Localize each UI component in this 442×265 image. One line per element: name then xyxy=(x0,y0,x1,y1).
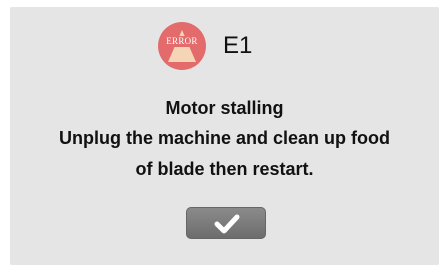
checkmark-icon xyxy=(214,214,240,234)
error-message-line-2: of blade then restart. xyxy=(135,159,314,179)
warning-triangle-icon xyxy=(164,30,200,62)
error-code: E1 xyxy=(223,32,253,59)
confirm-button[interactable] xyxy=(186,207,266,239)
error-header: ERROR E1 xyxy=(10,22,439,70)
error-title: Motor stalling xyxy=(165,98,284,118)
error-badge-label: ERROR xyxy=(166,36,198,46)
error-badge: ERROR xyxy=(158,22,206,70)
error-message-line-1: Unplug the machine and clean up food xyxy=(58,128,390,148)
error-dialog: ERROR E1 Motor stalling Unplug the machi… xyxy=(10,7,439,265)
